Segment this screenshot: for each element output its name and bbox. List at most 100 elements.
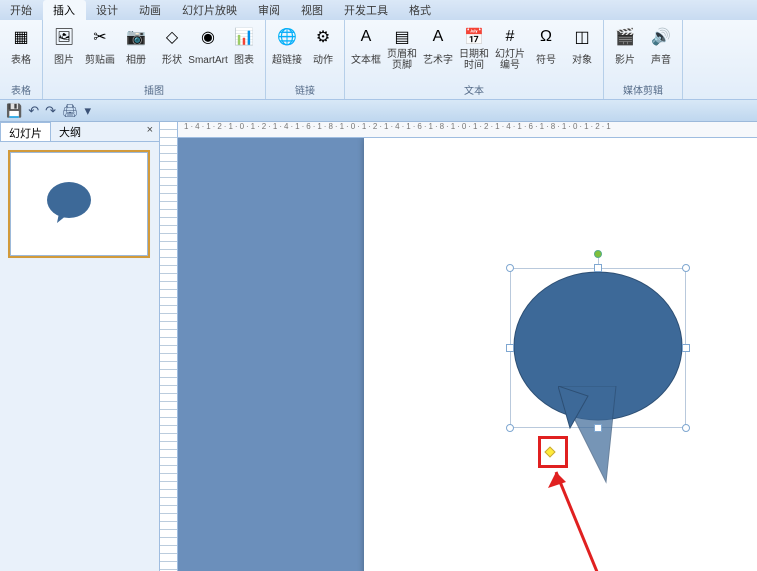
group-label: 媒体剪辑 <box>608 82 678 99</box>
艺术字-icon: A <box>427 26 449 48</box>
handle-bottom-mid[interactable] <box>594 424 602 432</box>
ribbon-btn-0-0[interactable]: ▦表格 <box>4 24 38 73</box>
ribbon-btn-label: 表格 <box>11 49 31 71</box>
ribbon-btn-3-0[interactable]: A文本框 <box>349 24 383 73</box>
ribbon-btn-label: 文本框 <box>351 49 381 71</box>
影片-icon: 🎬 <box>614 26 636 48</box>
ribbon-group-2: 🌐超链接⚙动作链接 <box>266 20 345 99</box>
ribbon-group-1: 🖼图片✂剪贴画📷相册◇形状◉SmartArt📊图表插图 <box>43 20 266 99</box>
ribbon-btn-label: 相册 <box>126 49 146 71</box>
handle-bottom-left[interactable] <box>506 424 514 432</box>
动作-icon: ⚙ <box>312 26 334 48</box>
ribbon-btn-4-1[interactable]: 🔊声音 <box>644 24 678 73</box>
selected-shape[interactable] <box>510 268 686 428</box>
ribbon-btn-1-3[interactable]: ◇形状 <box>155 24 189 73</box>
图表-icon: 📊 <box>233 26 255 48</box>
tab-animation[interactable]: 动画 <box>129 0 172 20</box>
ribbon-btn-label: SmartArt <box>188 49 227 71</box>
quick-access-toolbar: 💾 ↶ ↷ 🖨 ▾ <box>0 100 757 122</box>
tab-developer[interactable]: 开发工具 <box>334 0 399 20</box>
幻灯片编号-icon: # <box>499 26 521 48</box>
tab-review[interactable]: 审阅 <box>248 0 291 20</box>
ribbon-btn-1-0[interactable]: 🖼图片 <box>47 24 81 73</box>
ribbon-btn-3-6[interactable]: ◫对象 <box>565 24 599 73</box>
相册-icon: 📷 <box>125 26 147 48</box>
ribbon-btn-1-2[interactable]: 📷相册 <box>119 24 153 73</box>
ribbon-group-3: A文本框▤页眉和页脚A艺术字📅日期和时间#幻灯片编号Ω符号◫对象文本 <box>345 20 604 99</box>
ribbon-btn-3-4[interactable]: #幻灯片编号 <box>493 24 527 73</box>
ribbon-btn-label: 对象 <box>572 49 592 71</box>
handle-mid-left[interactable] <box>506 344 514 352</box>
panel-tab-outline[interactable]: 大纲 <box>51 122 89 141</box>
print-icon[interactable]: 🖨 <box>62 103 79 119</box>
ribbon-btn-label: 形状 <box>162 49 182 71</box>
日期和时间-icon: 📅 <box>463 26 485 48</box>
redo-icon[interactable]: ↷ <box>45 103 56 119</box>
ribbon-btn-label: 图片 <box>54 49 74 71</box>
handle-top-mid[interactable] <box>594 264 602 272</box>
group-label: 文本 <box>349 82 599 99</box>
ribbon-btn-2-1[interactable]: ⚙动作 <box>306 24 340 73</box>
声音-icon: 🔊 <box>650 26 672 48</box>
ribbon-btn-label: 剪贴画 <box>85 49 115 71</box>
ribbon-btn-label: 图表 <box>234 49 254 71</box>
slide-thumbnail-1[interactable] <box>10 152 148 256</box>
panel-tab-slides[interactable]: 幻灯片 <box>0 122 51 141</box>
tab-design[interactable]: 设计 <box>86 0 129 20</box>
文本框-icon: A <box>355 26 377 48</box>
group-label: 插图 <box>47 82 261 99</box>
save-icon[interactable]: 💾 <box>6 103 22 119</box>
ribbon-btn-1-4[interactable]: ◉SmartArt <box>191 24 225 73</box>
ribbon-btn-label: 动作 <box>313 49 333 71</box>
annotation-arrow <box>458 448 658 571</box>
vertical-ruler <box>160 122 178 571</box>
ribbon-btn-1-5[interactable]: 📊图表 <box>227 24 261 73</box>
undo-icon[interactable]: ↶ <box>28 103 39 119</box>
符号-icon: Ω <box>535 26 557 48</box>
edit-column: 1·4·1·2·1·0·1·2·1·4·1·6·1·8·1·0·1·2·1·4·… <box>178 122 757 571</box>
rotation-handle[interactable] <box>594 250 602 258</box>
ribbon-group-4: 🎬影片🔊声音媒体剪辑 <box>604 20 683 99</box>
panel-close-button[interactable]: × <box>147 124 153 136</box>
ribbon-btn-1-1[interactable]: ✂剪贴画 <box>83 24 117 73</box>
handle-bottom-right[interactable] <box>682 424 690 432</box>
group-label: 表格 <box>4 82 38 99</box>
horizontal-ruler: 1·4·1·2·1·0·1·2·1·4·1·6·1·8·1·0·1·2·1·4·… <box>178 122 757 138</box>
ribbon-btn-4-0[interactable]: 🎬影片 <box>608 24 642 73</box>
ribbon-btn-3-1[interactable]: ▤页眉和页脚 <box>385 24 419 73</box>
canvas[interactable] <box>178 138 757 571</box>
ribbon-group-0: ▦表格表格 <box>0 20 43 99</box>
slides-panel: 幻灯片 大纲 × <box>0 122 160 571</box>
handle-top-right[interactable] <box>682 264 690 272</box>
tab-insert[interactable]: 插入 <box>43 0 86 20</box>
group-label: 链接 <box>270 82 340 99</box>
tab-home[interactable]: 开始 <box>0 0 43 20</box>
tab-view[interactable]: 视图 <box>291 0 334 20</box>
thumbnail-rail <box>0 142 159 571</box>
ribbon-btn-label: 幻灯片编号 <box>493 49 527 71</box>
tab-slideshow[interactable]: 幻灯片放映 <box>172 0 248 20</box>
ribbon-btn-3-3[interactable]: 📅日期和时间 <box>457 24 491 73</box>
剪贴画-icon: ✂ <box>89 26 111 48</box>
ribbon-btn-2-0[interactable]: 🌐超链接 <box>270 24 304 73</box>
ribbon-btn-3-2[interactable]: A艺术字 <box>421 24 455 73</box>
ribbon: ▦表格表格🖼图片✂剪贴画📷相册◇形状◉SmartArt📊图表插图🌐超链接⚙动作链… <box>0 20 757 100</box>
handle-mid-right[interactable] <box>682 344 690 352</box>
ribbon-btn-label: 超链接 <box>272 49 302 71</box>
ribbon-btn-label: 日期和时间 <box>457 49 491 71</box>
ribbon-btn-3-5[interactable]: Ω符号 <box>529 24 563 73</box>
thumb-callout-shape <box>45 181 93 225</box>
qat-more-icon[interactable]: ▾ <box>85 103 92 119</box>
SmartArt-icon: ◉ <box>197 26 219 48</box>
edit-area: 1·4·1·2·1·0·1·2·1·4·1·6·1·8·1·0·1·2·1·4·… <box>160 122 757 571</box>
ribbon-btn-label: 艺术字 <box>423 49 453 71</box>
ribbon-btn-label: 影片 <box>615 49 635 71</box>
对象-icon: ◫ <box>571 26 593 48</box>
handle-top-left[interactable] <box>506 264 514 272</box>
页眉和页脚-icon: ▤ <box>391 26 413 48</box>
tab-format[interactable]: 格式 <box>399 0 442 20</box>
ribbon-tabs: 开始 插入 设计 动画 幻灯片放映 审阅 视图 开发工具 格式 <box>0 0 757 20</box>
超链接-icon: 🌐 <box>276 26 298 48</box>
表格-icon: ▦ <box>10 26 32 48</box>
形状-icon: ◇ <box>161 26 183 48</box>
